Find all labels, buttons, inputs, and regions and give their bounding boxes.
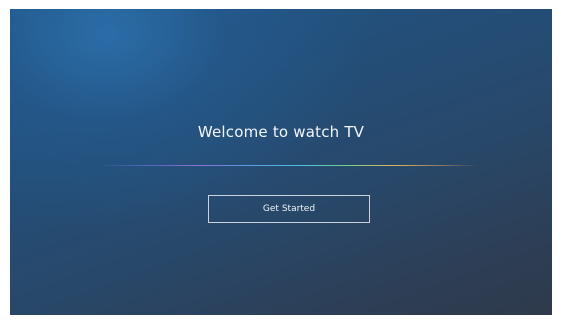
welcome-title: Welcome to watch TV — [197, 123, 365, 141]
welcome-screen: Welcome to watch TV Get Started — [10, 9, 552, 315]
rainbow-divider — [98, 165, 478, 166]
get-started-button[interactable]: Get Started — [208, 195, 370, 223]
